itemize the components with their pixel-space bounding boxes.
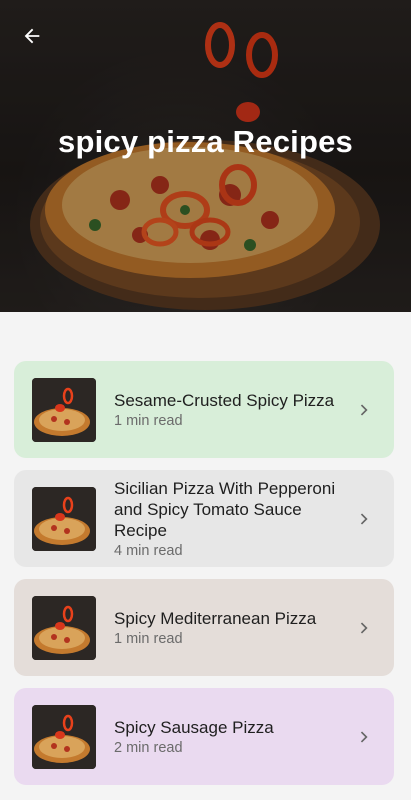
pizza-thumbnail-image: [32, 704, 96, 769]
chevron-right-icon: [352, 398, 376, 422]
read-time: 1 min read: [114, 631, 183, 647]
recipe-card[interactable]: Sesame-Crusted Spicy Pizza 1 min read: [14, 361, 394, 458]
read-time: 2 min read: [114, 740, 183, 756]
chevron-right-icon: [352, 616, 376, 640]
hero-header: spicy pizza Recipes: [0, 0, 411, 312]
recipe-title: Sesame-Crusted Spicy Pizza: [114, 391, 335, 410]
recipe-card[interactable]: Spicy Mediterranean Pizza 1 min read: [14, 579, 394, 676]
recipe-title: Sicilian Pizza With Pepperoni and Spicy …: [114, 479, 336, 540]
pizza-thumbnail-image: [32, 486, 96, 551]
recipe-card[interactable]: Spicy Sausage Pizza 2 min read: [14, 688, 394, 785]
recipe-thumbnail: [32, 377, 96, 442]
recipe-thumbnail: [32, 486, 96, 551]
arrow-left-icon: [24, 28, 40, 44]
recipe-title: Spicy Sausage Pizza: [114, 718, 274, 737]
recipe-title: Spicy Mediterranean Pizza: [114, 609, 317, 628]
back-button[interactable]: [16, 20, 48, 52]
read-time: 4 min read: [114, 543, 183, 559]
chevron-right-icon: [352, 725, 376, 749]
recipe-thumbnail: [32, 704, 96, 769]
recipe-thumbnail: [32, 595, 96, 660]
pizza-thumbnail-image: [32, 377, 96, 442]
recipe-card[interactable]: Sicilian Pizza With Pepperoni and Spicy …: [14, 470, 394, 567]
page-title: spicy pizza Recipes: [58, 124, 353, 159]
read-time: 1 min read: [114, 413, 183, 429]
chevron-right-icon: [352, 507, 376, 531]
pizza-thumbnail-image: [32, 595, 96, 660]
recipe-list: Sesame-Crusted Spicy Pizza 1 min read Si…: [14, 361, 394, 797]
